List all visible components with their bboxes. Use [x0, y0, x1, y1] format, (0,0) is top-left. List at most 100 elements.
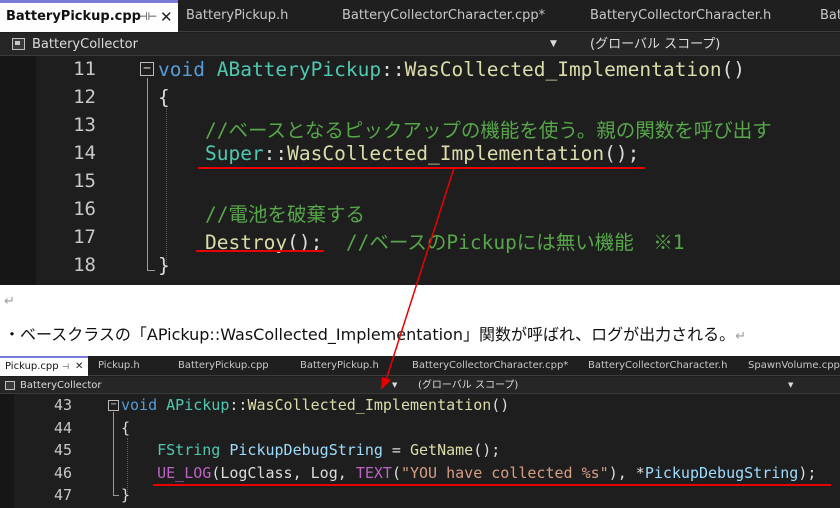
tab-label: BatteryCollectorCharacter.cpp*	[342, 8, 546, 23]
pin-icon[interactable]: ⊣	[62, 358, 69, 375]
code-token: Log	[310, 463, 338, 482]
code-token: LogClass	[220, 463, 293, 482]
project-icon	[5, 381, 15, 390]
tab-pickup-h[interactable]: Pickup.h	[98, 356, 140, 376]
code-token: ,	[292, 463, 311, 482]
code-token: ABatteryPickup	[216, 58, 382, 81]
description-text: ・ベースクラスの「APickup::WasCollected_Implement…	[4, 325, 747, 344]
tab-label: Batter	[820, 8, 840, 23]
code-line[interactable]: Super::WasCollected_Implementation();	[158, 142, 639, 165]
line-number: 47	[53, 486, 72, 504]
code-token: //ベースとなるピックアップの機能を使う。親の関数を呼び出す	[204, 119, 772, 142]
tab-label: Pickup.h	[98, 360, 140, 371]
code-token: );	[798, 463, 817, 482]
code-token: ()	[721, 58, 746, 81]
project-icon	[12, 38, 25, 50]
code-token: void	[121, 396, 158, 414]
code-line[interactable]: UE_LOG(LogClass, Log, TEXT("YOU have col…	[121, 464, 816, 482]
line-number-gutter	[0, 56, 36, 285]
tab-battery-collector-character-h[interactable]: BatteryCollectorCharacter.h	[590, 0, 771, 32]
tab-label: BatteryPickup.h	[300, 360, 379, 371]
code-line[interactable]: //ベースとなるピックアップの機能を使う。親の関数を呼び出す	[158, 114, 772, 143]
tab-label: BatteryCollectorCharacter.h	[590, 8, 772, 23]
code-token: ), *	[608, 463, 645, 482]
chevron-down-icon[interactable]: ▼	[392, 377, 397, 394]
code-token: GetName	[410, 441, 474, 459]
top-code-editor: BatteryPickup.cpp ⊣⊢ ✕ BatteryPickup.h B…	[0, 0, 840, 285]
code-line[interactable]: void APickup::WasCollected_Implementatio…	[121, 396, 509, 414]
line-number: 15	[73, 170, 96, 192]
project-dropdown[interactable]: BatteryCollector	[32, 33, 138, 56]
fold-guide	[113, 412, 114, 495]
tab-label: BatteryPickup.cpp	[178, 360, 269, 371]
code-token: ()	[491, 396, 510, 414]
scope-dropdown[interactable]: (グローバル スコープ)	[590, 33, 720, 56]
code-token: TEXT	[355, 463, 392, 482]
annotation-underline-super-call	[198, 167, 645, 169]
collapse-icon[interactable]: −	[140, 62, 154, 76]
fold-guide-end	[113, 495, 119, 496]
tab-label: BatteryCollectorCharacter.cpp*	[412, 360, 569, 371]
tab-battery-pickup-cpp[interactable]: BatteryPickup.cpp	[178, 356, 269, 376]
code-token: "YOU have collected %s"	[400, 463, 609, 482]
tab-battery-pickup-h[interactable]: BatteryPickup.h	[186, 0, 288, 32]
code-line[interactable]: //電池を破棄する	[158, 198, 365, 227]
pin-icon[interactable]: ⊣⊢	[138, 3, 157, 31]
annotation-underline-ue-log	[153, 484, 831, 486]
code-token: (	[391, 463, 401, 482]
project-dropdown[interactable]: BatteryCollector	[20, 377, 101, 394]
tab-label: BatteryPickup.cpp	[6, 9, 141, 24]
code-token: ,	[337, 463, 356, 482]
fold-guide-end	[147, 270, 155, 271]
line-number: 43	[53, 396, 72, 414]
line-number: 45	[53, 441, 72, 459]
chevron-down-icon[interactable]: ▼	[788, 377, 793, 394]
code-token: ::	[229, 396, 248, 414]
code-token: PickupDebugString	[644, 463, 799, 482]
close-icon[interactable]: ✕	[160, 3, 173, 31]
tab-label: BatteryPickup.h	[186, 8, 289, 23]
line-number: 11	[73, 58, 96, 80]
line-number: 46	[53, 463, 72, 482]
code-token: ::	[381, 58, 405, 81]
line-number: 12	[73, 86, 96, 108]
code-token: {	[121, 418, 131, 437]
tab-battery-pickup-h[interactable]: BatteryPickup.h	[300, 356, 379, 376]
fold-guide	[147, 78, 148, 270]
tab-label: SpawnVolume.cpp	[748, 360, 840, 371]
code-token: void	[158, 58, 205, 81]
tab-battery-collector-character-cpp[interactable]: BatteryCollectorCharacter.cpp*	[412, 356, 568, 376]
code-line[interactable]: void ABatteryPickup::WasCollected_Implem…	[158, 58, 745, 81]
code-line[interactable]: {	[158, 86, 170, 109]
tab-battery-collector-character-cpp[interactable]: BatteryCollectorCharacter.cpp*	[342, 0, 545, 32]
code-token: {	[158, 86, 170, 109]
code-token: //ベースのPickupには無い機能 ※1	[345, 231, 685, 254]
tab-label: BatteryCollectorCharacter.h	[588, 360, 728, 371]
collapse-icon[interactable]: −	[108, 400, 119, 411]
chevron-down-icon[interactable]: ▼	[550, 33, 557, 56]
code-line[interactable]: }	[121, 486, 130, 504]
code-token: ::	[263, 142, 288, 165]
code-token: FString	[157, 441, 221, 459]
annotation-underline-destroy	[196, 250, 324, 252]
code-token: UE_LOG	[157, 463, 212, 482]
code-token: (	[211, 463, 221, 482]
scope-dropdown[interactable]: (グローバル スコープ)	[418, 377, 518, 394]
tab-spawn-volume-cpp[interactable]: SpawnVolume.cpp	[748, 356, 840, 376]
tab-overflow[interactable]: Batter	[820, 0, 840, 32]
tab-battery-pickup-cpp[interactable]: BatteryPickup.cpp ⊣⊢ ✕	[0, 0, 178, 32]
tab-pickup-cpp[interactable]: Pickup.cpp ⊣ ✕	[0, 356, 88, 376]
close-icon[interactable]: ✕	[75, 358, 83, 375]
code-line[interactable]: {	[121, 419, 130, 437]
code-line[interactable]: FString PickupDebugString = GetName();	[121, 441, 500, 459]
code-line[interactable]: }	[158, 254, 170, 277]
bottom-navigation-bar: BatteryCollector ▼ (グローバル スコープ) ▼	[0, 377, 840, 394]
bottom-tab-bar: Pickup.cpp ⊣ ✕ Pickup.h BatteryPickup.cp…	[0, 356, 840, 376]
code-token: ();	[473, 441, 501, 459]
tab-battery-collector-character-h[interactable]: BatteryCollectorCharacter.h	[588, 356, 727, 376]
